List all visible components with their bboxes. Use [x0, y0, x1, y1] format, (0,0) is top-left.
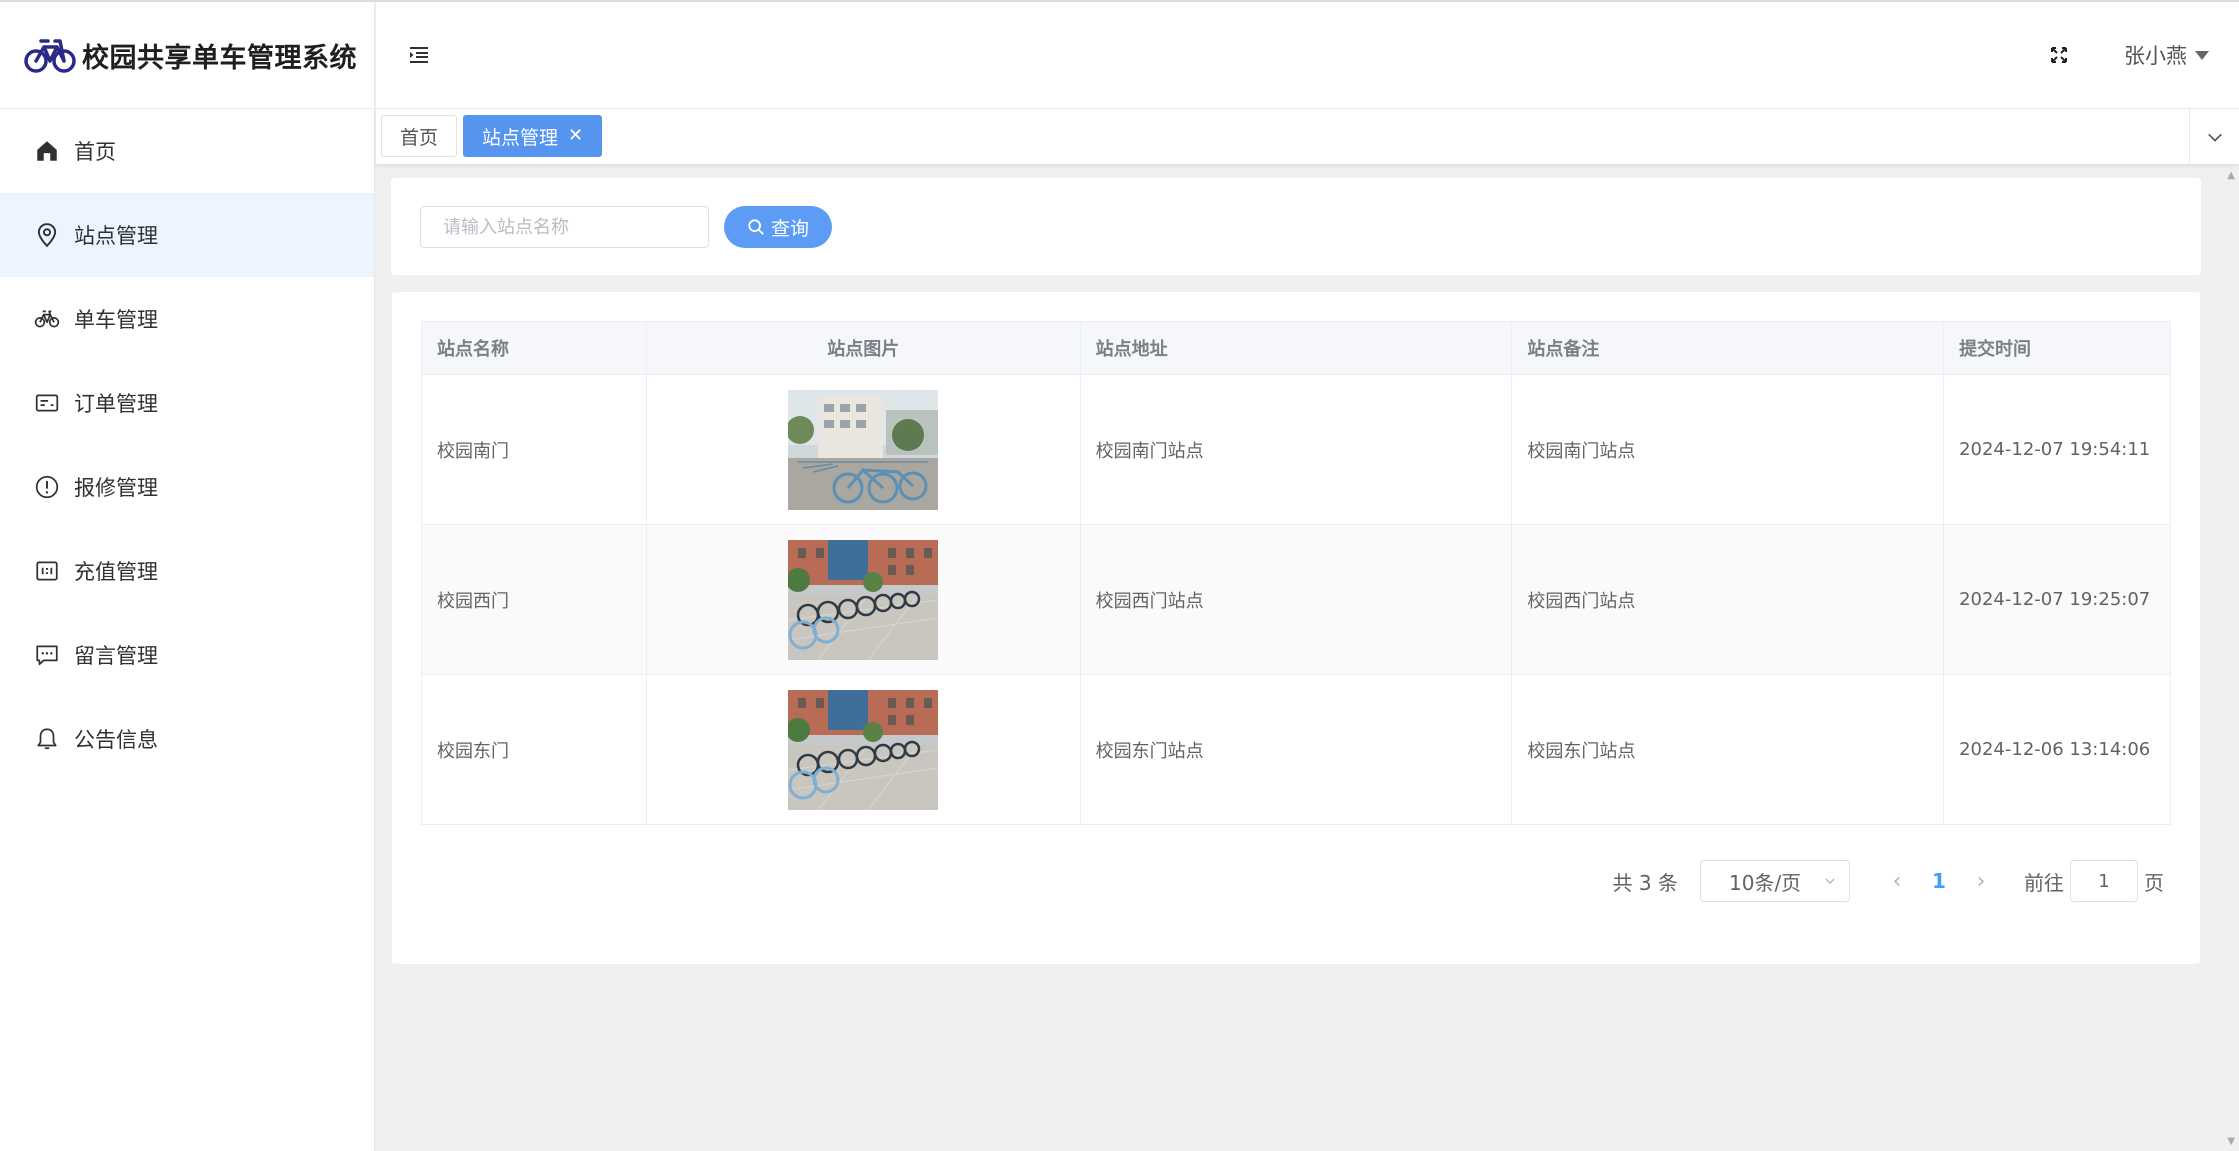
collapse-menu-icon[interactable]: [408, 44, 430, 66]
column-header-address: 站点地址: [1079, 321, 1513, 375]
chat-bubble-icon: [34, 642, 60, 668]
chevron-down-icon: [1825, 878, 1835, 884]
wallet-icon: [34, 558, 60, 584]
next-page-button[interactable]: ›: [1964, 869, 1998, 894]
tab-stations[interactable]: 站点管理 ✕: [463, 115, 603, 157]
sidebar-item-label: 公告信息: [74, 728, 158, 752]
pagination-total: 共 3 条: [1612, 870, 1678, 895]
sidebar-item-label: 充值管理: [74, 560, 158, 584]
page-size-value: 10条/页: [1729, 870, 1802, 895]
page-number-current[interactable]: 1: [1914, 869, 1964, 893]
sidebar-item-label: 留言管理: [74, 644, 158, 668]
station-photo[interactable]: [788, 389, 939, 510]
close-icon[interactable]: ✕: [568, 127, 583, 145]
station-table: 站点名称 站点图片 站点地址 站点备注 提交时间 校园南门 校园南门站点 校园南…: [421, 321, 2171, 825]
search-button[interactable]: 查询: [724, 206, 832, 248]
user-menu[interactable]: 张小燕: [2124, 40, 2209, 70]
goto-suffix: 页: [2144, 870, 2164, 895]
chevron-down-icon: [2207, 133, 2222, 142]
station-photo[interactable]: [788, 539, 939, 660]
column-header-time: 提交时间: [1943, 321, 2171, 375]
top-header: 张小燕: [376, 2, 2239, 109]
submit-time-cell: 2024-12-07 19:25:07: [1943, 524, 2171, 675]
tab-home[interactable]: 首页: [381, 115, 458, 157]
app-logo[interactable]: 校园共享单车管理系统: [0, 2, 374, 109]
tabs-dropdown-button[interactable]: [2189, 109, 2239, 164]
sidebar-item-stations[interactable]: 站点管理: [0, 193, 374, 277]
tab-label: 站点管理: [482, 126, 559, 149]
station-remark-cell: 校园西门站点: [1511, 524, 1945, 675]
station-name-cell: 校园东门: [421, 674, 647, 825]
table-header-row: 站点名称 站点图片 站点地址 站点备注 提交时间: [421, 321, 2171, 375]
fullscreen-icon[interactable]: [2049, 45, 2069, 65]
station-image-cell: [645, 374, 1081, 525]
scrollbar-down-arrow[interactable]: ▼: [2227, 1136, 2235, 1147]
goto-prefix: 前往: [2024, 870, 2064, 895]
sidebar: 校园共享单车管理系统 首页 站点管理 单车管理 订单管理 报修管理 充值管理 留…: [0, 2, 375, 1151]
sidebar-item-label: 订单管理: [74, 392, 158, 416]
goto-page-input[interactable]: [2070, 860, 2138, 902]
sidebar-item-home[interactable]: 首页: [0, 109, 374, 193]
station-photo[interactable]: [788, 689, 939, 810]
submit-time-cell: 2024-12-06 13:14:06: [1943, 674, 2171, 825]
search-icon: [748, 219, 764, 235]
station-name-cell: 校园西门: [421, 524, 647, 675]
sidebar-item-recharge[interactable]: 充值管理: [0, 529, 374, 613]
sidebar-item-label: 报修管理: [74, 476, 158, 500]
sidebar-item-label: 单车管理: [74, 308, 158, 332]
station-image-cell: [645, 674, 1081, 825]
sidebar-menu: 首页 站点管理 单车管理 订单管理 报修管理 充值管理 留言管理 公告信息: [0, 109, 374, 781]
order-card-icon: [34, 390, 60, 416]
home-icon: [34, 138, 60, 164]
column-header-image: 站点图片: [645, 321, 1081, 375]
warning-circle-icon: [34, 474, 60, 500]
bicycle-icon: [34, 306, 60, 332]
sidebar-item-bikes[interactable]: 单车管理: [0, 277, 374, 361]
station-name-search-input[interactable]: [420, 206, 709, 248]
column-header-name: 站点名称: [421, 321, 647, 375]
sidebar-item-announcements[interactable]: 公告信息: [0, 697, 374, 781]
station-remark-cell: 校园东门站点: [1511, 674, 1945, 825]
tab-label: 首页: [400, 126, 439, 149]
caret-down-icon: [2195, 50, 2209, 60]
sidebar-item-repairs[interactable]: 报修管理: [0, 445, 374, 529]
sidebar-item-label: 首页: [74, 140, 116, 164]
scrollbar-up-arrow[interactable]: ▲: [2227, 170, 2235, 181]
table-row[interactable]: 校园西门 校园西门站点 校园西门站点 2024-12-07 19:25:07: [421, 524, 2171, 675]
page-size-select[interactable]: 10条/页: [1700, 860, 1850, 902]
station-address-cell: 校园西门站点: [1079, 524, 1513, 675]
bicycle-logo-icon: [24, 39, 76, 73]
bell-icon: [34, 726, 60, 752]
submit-time-cell: 2024-12-07 19:54:11: [1943, 374, 2171, 525]
station-address-cell: 校园东门站点: [1079, 674, 1513, 825]
column-header-remark: 站点备注: [1511, 321, 1945, 375]
search-button-label: 查询: [770, 217, 809, 240]
goto-page: 前往 页: [2024, 860, 2164, 902]
station-address-cell: 校园南门站点: [1079, 374, 1513, 525]
pagination: 共 3 条 10条/页 ‹ 1 › 前往 页: [1613, 860, 2164, 902]
prev-page-button[interactable]: ‹: [1880, 869, 1914, 894]
sidebar-item-messages[interactable]: 留言管理: [0, 613, 374, 697]
station-image-cell: [645, 524, 1081, 675]
table-row[interactable]: 校园东门 校园东门站点 校园东门站点 2024-12-06 13:14:06: [421, 674, 2171, 825]
sidebar-item-label: 站点管理: [74, 224, 158, 248]
location-pin-icon: [34, 222, 60, 248]
station-remark-cell: 校园南门站点: [1511, 374, 1945, 525]
user-name: 张小燕: [2124, 44, 2187, 68]
station-table-panel: 站点名称 站点图片 站点地址 站点备注 提交时间 校园南门 校园南门站点 校园南…: [391, 291, 2201, 965]
sidebar-item-orders[interactable]: 订单管理: [0, 361, 374, 445]
app-title: 校园共享单车管理系统: [82, 42, 357, 74]
station-name-cell: 校园南门: [421, 374, 647, 525]
search-panel: 查询: [391, 178, 2201, 275]
table-row[interactable]: 校园南门 校园南门站点 校园南门站点 2024-12-07 19:54:11: [421, 374, 2171, 525]
tags-view-bar: 首页 站点管理 ✕: [376, 109, 2239, 164]
